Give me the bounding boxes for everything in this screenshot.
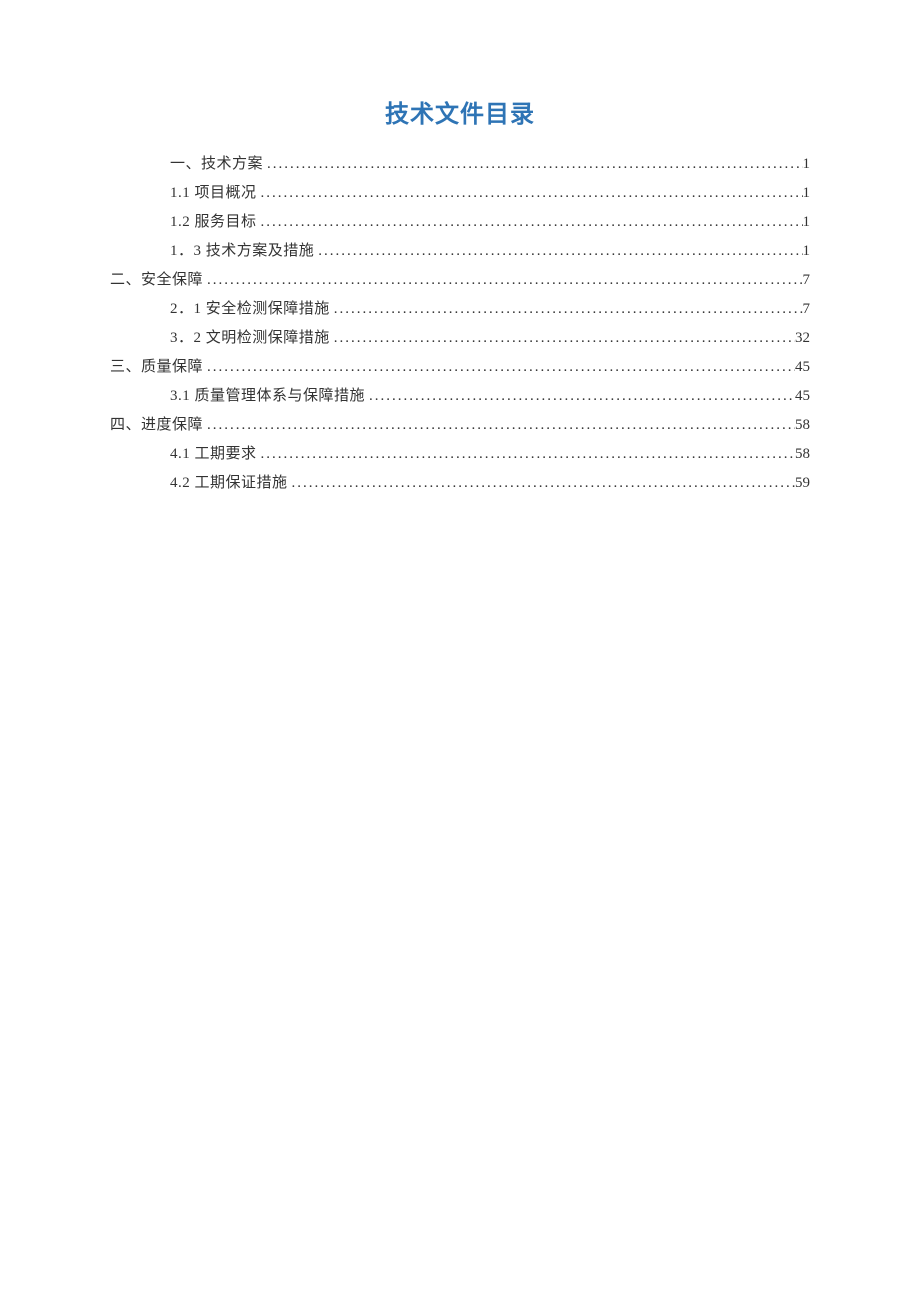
toc-label: 1.1 项目概况 bbox=[170, 186, 257, 201]
toc-page-number: 1 bbox=[803, 215, 811, 230]
toc-label: 3．2 文明检测保障措施 bbox=[170, 331, 330, 346]
toc-entry: 三、质量保障 45 bbox=[110, 360, 810, 375]
toc-entry: 3．2 文明检测保障措施 32 bbox=[110, 331, 810, 346]
toc-leader-dots bbox=[263, 157, 802, 172]
toc-page-number: 58 bbox=[795, 418, 810, 433]
toc-label: 2．1 安全检测保障措施 bbox=[170, 302, 330, 317]
toc-label: 1．3 技术方案及措施 bbox=[170, 244, 314, 259]
toc-entry: 1.1 项目概况 1 bbox=[110, 186, 810, 201]
toc-leader-dots bbox=[203, 360, 795, 375]
toc-entry: 一、技术方案 1 bbox=[110, 157, 810, 172]
toc-entry: 四、进度保障 58 bbox=[110, 418, 810, 433]
toc-leader-dots bbox=[203, 273, 802, 288]
toc-page-number: 45 bbox=[795, 389, 810, 404]
toc-page-number: 1 bbox=[803, 244, 811, 259]
toc-label: 3.1 质量管理体系与保障措施 bbox=[170, 389, 365, 404]
toc-leader-dots bbox=[314, 244, 802, 259]
toc-entry: 2．1 安全检测保障措施 7 bbox=[110, 302, 810, 317]
toc-label: 4.2 工期保证措施 bbox=[170, 476, 288, 491]
toc-label: 1.2 服务目标 bbox=[170, 215, 257, 230]
toc-leader-dots bbox=[257, 447, 795, 462]
toc-label: 三、质量保障 bbox=[110, 360, 203, 375]
toc-leader-dots bbox=[330, 302, 803, 317]
toc-leader-dots bbox=[330, 331, 795, 346]
toc-page-number: 59 bbox=[795, 476, 810, 491]
toc-entry: 4.2 工期保证措施 59 bbox=[110, 476, 810, 491]
toc-page-number: 58 bbox=[795, 447, 810, 462]
toc-page-number: 45 bbox=[795, 360, 810, 375]
toc-leader-dots bbox=[365, 389, 795, 404]
toc-page-number: 7 bbox=[803, 273, 811, 288]
toc-entry: 4.1 工期要求 58 bbox=[110, 447, 810, 462]
document-title: 技术文件目录 bbox=[110, 94, 810, 129]
toc-label: 一、技术方案 bbox=[170, 157, 263, 172]
toc-label: 4.1 工期要求 bbox=[170, 447, 257, 462]
toc-entry: 1.2 服务目标 1 bbox=[110, 215, 810, 230]
table-of-contents: 一、技术方案 1 1.1 项目概况 1 1.2 服务目标 1 1．3 技术方案及… bbox=[110, 157, 810, 491]
toc-leader-dots bbox=[257, 186, 803, 201]
toc-page-number: 7 bbox=[803, 302, 811, 317]
toc-leader-dots bbox=[257, 215, 803, 230]
toc-label: 二、安全保障 bbox=[110, 273, 203, 288]
toc-entry: 1．3 技术方案及措施 1 bbox=[110, 244, 810, 259]
document-page: 技术文件目录 一、技术方案 1 1.1 项目概况 1 1.2 服务目标 1 1．… bbox=[0, 0, 920, 1301]
toc-page-number: 1 bbox=[803, 186, 811, 201]
toc-label: 四、进度保障 bbox=[110, 418, 203, 433]
toc-leader-dots bbox=[203, 418, 795, 433]
toc-page-number: 32 bbox=[795, 331, 810, 346]
toc-leader-dots bbox=[288, 476, 795, 491]
toc-page-number: 1 bbox=[803, 157, 811, 172]
toc-entry: 3.1 质量管理体系与保障措施 45 bbox=[110, 389, 810, 404]
toc-entry: 二、安全保障 7 bbox=[110, 273, 810, 288]
